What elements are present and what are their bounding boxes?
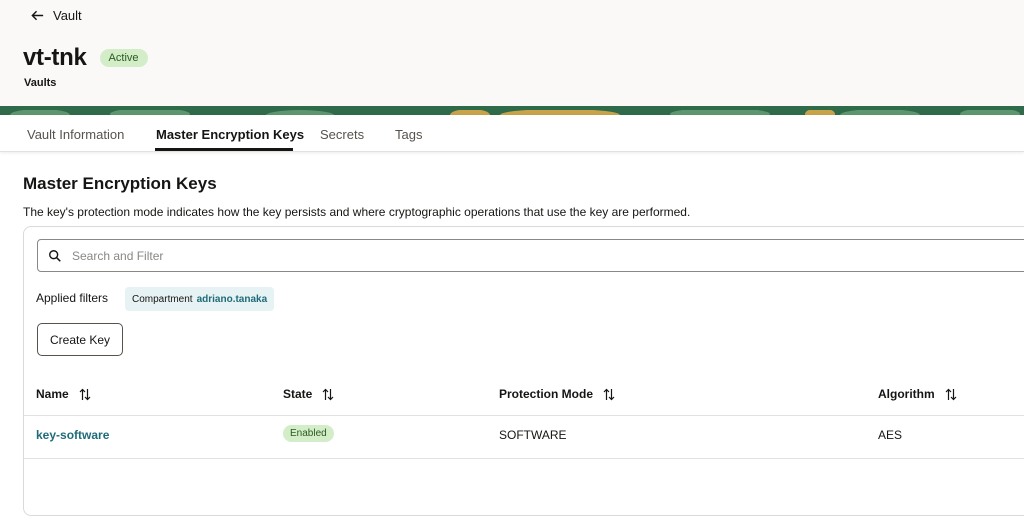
column-header-label: Name: [36, 387, 69, 401]
search-icon: [49, 249, 61, 262]
column-header-name[interactable]: Name: [36, 387, 91, 401]
sort-icon: [79, 388, 91, 400]
title-row: vt-tnk Active: [23, 44, 148, 72]
back-link[interactable]: Vault: [30, 8, 82, 23]
page-title: vt-tnk: [23, 44, 87, 71]
state-badge: Enabled: [283, 425, 334, 442]
section-title: Master Encryption Keys: [23, 174, 217, 193]
sort-icon: [603, 388, 615, 400]
active-tab-indicator: [155, 148, 293, 151]
column-header-label: State: [283, 387, 313, 401]
table-divider: [24, 415, 1024, 416]
decorative-banner: [0, 106, 1024, 115]
create-key-button[interactable]: Create Key: [37, 323, 123, 356]
tab-vault-information[interactable]: Vault Information: [27, 127, 124, 142]
tab-bar: Vault Information Master Encryption Keys…: [0, 115, 1024, 152]
key-name-link[interactable]: key-software: [36, 428, 109, 442]
applied-filters-label: Applied filters: [36, 291, 109, 305]
filter-chip-key: Compartment: [132, 293, 193, 305]
arrow-left-icon: [31, 10, 44, 21]
tab-tags[interactable]: Tags: [395, 127, 422, 142]
algorithm-cell: AES: [878, 428, 903, 442]
protection-mode-cell: SOFTWARE: [499, 428, 567, 442]
column-header-protection-mode[interactable]: Protection Mode: [499, 387, 615, 401]
compartment-filter-chip[interactable]: Compartment adriano.tanaka: [125, 287, 275, 311]
filter-chip-value: adriano.tanaka: [196, 293, 268, 305]
column-header-label: Protection Mode: [499, 387, 594, 401]
search-filter-box[interactable]: [37, 239, 1024, 272]
column-header-label: Algorithm: [878, 387, 935, 401]
sort-icon: [322, 388, 334, 400]
status-badge: Active: [99, 49, 148, 67]
page-header: Vault vt-tnk Active Vaults: [0, 0, 1024, 108]
tab-master-encryption-keys[interactable]: Master Encryption Keys: [156, 127, 304, 142]
tab-secrets[interactable]: Secrets: [320, 127, 364, 142]
back-link-label: Vault: [53, 8, 82, 23]
table-divider: [24, 458, 1024, 459]
search-input[interactable]: [72, 248, 972, 263]
section-description: The key's protection mode indicates how …: [23, 205, 691, 219]
column-header-state[interactable]: State: [283, 387, 334, 401]
column-header-algorithm[interactable]: Algorithm: [878, 387, 957, 401]
resource-type-label: Vaults: [24, 77, 57, 89]
sort-icon: [945, 388, 957, 400]
